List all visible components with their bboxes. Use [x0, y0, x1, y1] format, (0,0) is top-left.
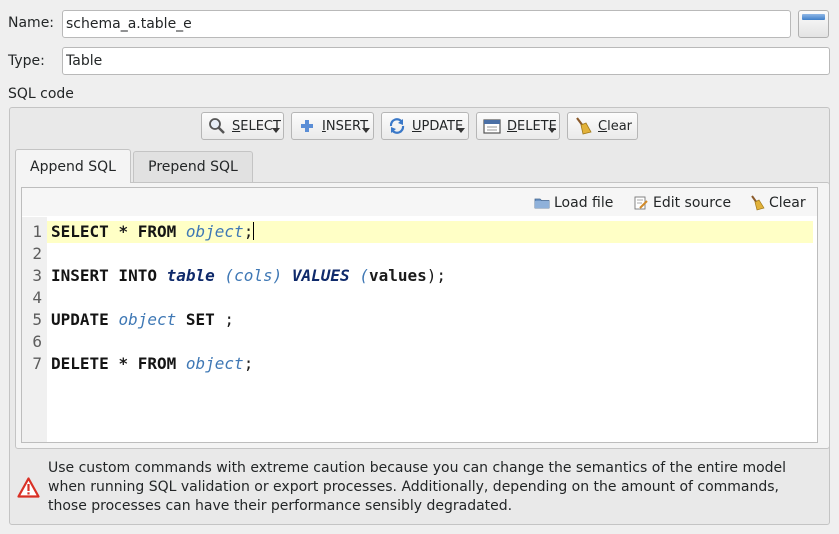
edit-source-button[interactable]: Edit source	[633, 193, 731, 213]
select-button[interactable]: SELECT	[201, 112, 284, 140]
line-number: 6	[32, 332, 42, 351]
warning-icon	[17, 477, 40, 498]
line-number: 5	[32, 310, 42, 329]
line-number: 2	[32, 244, 42, 263]
sql-code-label: SQL code	[8, 86, 74, 102]
refresh-icon	[387, 117, 407, 135]
name-field[interactable]	[62, 10, 791, 38]
magnifier-icon	[207, 117, 227, 135]
chevron-down-icon	[362, 128, 370, 133]
code-line-3[interactable]: INSERT INTO table (cols) VALUES (values)…	[51, 265, 446, 287]
tab-append-sql[interactable]: Append SQL	[15, 149, 131, 183]
line-number: 1	[32, 222, 42, 241]
update-button[interactable]: UPDATE	[381, 112, 469, 140]
line-number: 4	[32, 288, 42, 307]
chevron-down-icon	[272, 128, 280, 133]
code-line-5[interactable]: UPDATE object SET ;	[51, 309, 234, 331]
calendar-delete-icon	[482, 117, 502, 135]
warning-message: Use custom commands with extreme caution…	[48, 460, 787, 514]
text-cursor	[253, 222, 255, 240]
line-number: 3	[32, 266, 42, 285]
tab-prepend-sql[interactable]: Prepend SQL	[133, 151, 253, 182]
insert-button[interactable]: INSERT	[291, 112, 374, 140]
select-object-button[interactable]	[798, 10, 829, 38]
load-file-button[interactable]: Load file	[534, 193, 613, 213]
code-line-1[interactable]: SELECT * FROM object;	[51, 221, 255, 243]
plus-icon	[297, 117, 317, 135]
broom-icon	[573, 117, 593, 135]
chevron-down-icon	[457, 128, 465, 133]
window-icon	[802, 14, 825, 20]
code-line-7[interactable]: DELETE * FROM object;	[51, 353, 253, 375]
folder-icon	[534, 195, 550, 211]
line-number: 7	[32, 354, 42, 373]
type-field[interactable]	[62, 47, 830, 75]
clear-button[interactable]: Clear	[567, 112, 638, 140]
name-label: Name:	[8, 15, 55, 31]
broom-icon	[749, 195, 765, 211]
delete-button[interactable]: DELETE	[476, 112, 560, 140]
edit-document-icon	[633, 195, 649, 211]
chevron-down-icon	[548, 128, 556, 133]
type-label: Type:	[8, 53, 45, 69]
editor-clear-button[interactable]: Clear	[749, 193, 806, 213]
